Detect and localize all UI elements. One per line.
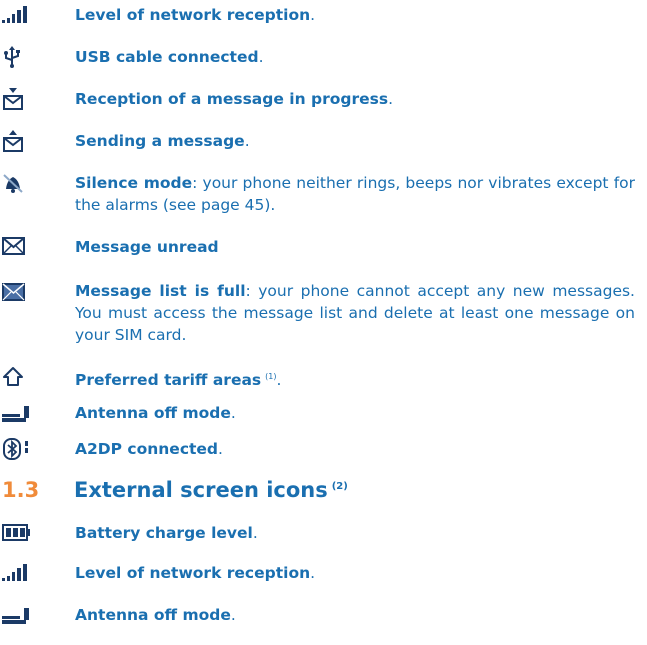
legend-text: Sending a message. — [75, 132, 250, 150]
envelope-outline-icon — [2, 236, 32, 260]
battery-icon — [2, 524, 32, 548]
silence-bell-icon — [2, 172, 32, 196]
home-arrow-icon — [2, 366, 32, 390]
legend-text: Message unread — [75, 238, 219, 256]
section-heading: 1.3 External screen icons (2) — [0, 478, 647, 508]
section-number: 1.3 — [2, 478, 40, 502]
network-signal-icon — [2, 564, 32, 588]
legend-text: Silence mode: your phone neither rings, … — [75, 174, 636, 214]
legend-text: Preferred tariff areas (1). — [75, 371, 282, 390]
manual-page: Level of network reception. USB cable co… — [0, 0, 647, 645]
message-receiving-icon — [2, 88, 32, 112]
antenna-off-icon — [2, 404, 32, 428]
legend-text: Antenna off mode. — [75, 404, 236, 422]
envelope-filled-icon — [2, 282, 32, 306]
usb-icon — [2, 46, 32, 70]
network-signal-icon — [2, 6, 32, 30]
legend-text: Level of network reception. — [75, 564, 316, 582]
section-title: External screen icons (2) — [74, 478, 348, 502]
message-sending-icon — [2, 130, 32, 154]
legend-text: Antenna off mode. — [75, 606, 236, 624]
legend-text: USB cable connected. — [75, 48, 264, 66]
legend-text: A2DP connected. — [75, 440, 223, 458]
legend-text: Battery charge level. — [75, 524, 258, 542]
legend-text: Reception of a message in progress. — [75, 90, 394, 108]
legend-text: Level of network reception. — [75, 6, 316, 24]
bluetooth-a2dp-icon — [2, 438, 32, 462]
legend-text: Message list is full: your phone cannot … — [75, 282, 635, 344]
antenna-off-icon — [2, 606, 32, 630]
